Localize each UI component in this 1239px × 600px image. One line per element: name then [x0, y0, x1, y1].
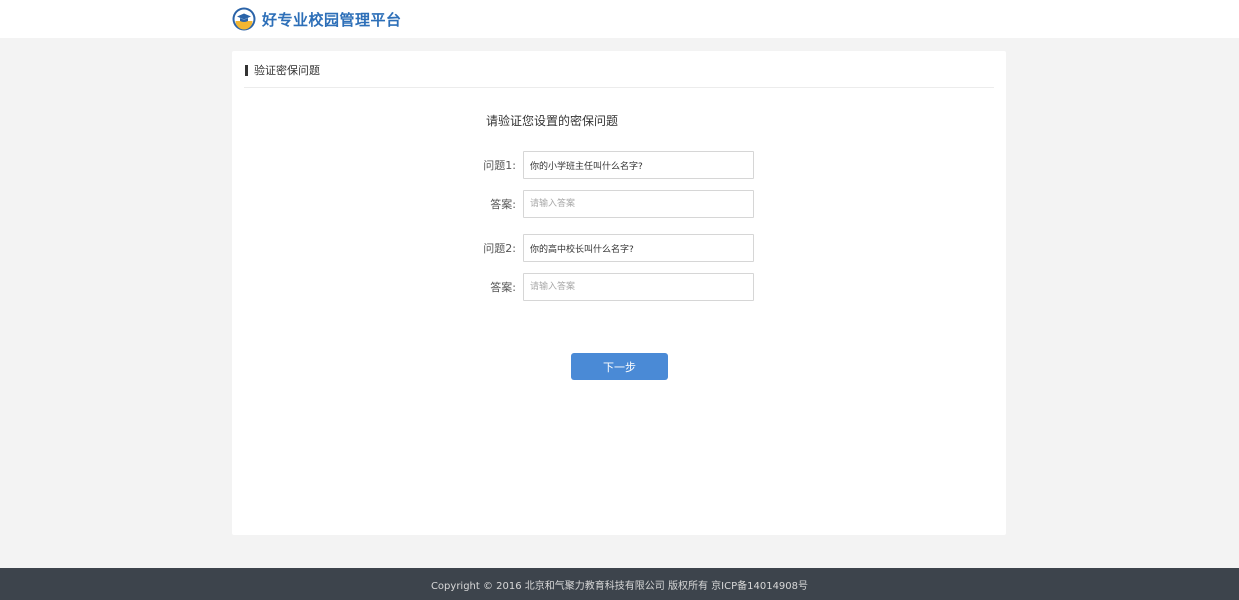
question-1-field[interactable]	[523, 151, 754, 179]
question-2-field[interactable]	[523, 234, 754, 262]
form-heading: 请验证您设置的密保问题	[486, 114, 619, 128]
title-accent-bar	[245, 64, 248, 76]
top-header: 好专业校园管理平台	[0, 0, 1239, 38]
copyright-text: Copyright © 2016 北京和气聚力教育科技有限公司 版权所有 京IC…	[430, 580, 809, 592]
answer-2-row: 答案:	[462, 273, 756, 302]
card-title: 验证密保问题	[245, 63, 320, 77]
platform-title: 好专业校园管理平台	[262, 10, 402, 29]
card-title-text: 验证密保问题	[254, 64, 320, 77]
verify-card: 验证密保问题 请验证您设置的密保问题 问题1: 答案: 问题2: 答案: 下一步	[232, 51, 1006, 535]
answer-2-input[interactable]	[523, 273, 754, 301]
answer-1-label: 答案:	[490, 198, 516, 211]
brand-logo[interactable]: 好专业校园管理平台	[232, 7, 402, 31]
answer-1-input[interactable]	[523, 190, 754, 218]
title-divider	[244, 87, 994, 88]
question-2-label: 问题2:	[483, 242, 516, 255]
page-footer: Copyright © 2016 北京和气聚力教育科技有限公司 版权所有 京IC…	[0, 568, 1239, 600]
question-1-label: 问题1:	[483, 159, 516, 172]
answer-2-label: 答案:	[490, 281, 516, 294]
answer-1-row: 答案:	[462, 190, 756, 219]
question-2-row: 问题2:	[462, 234, 756, 263]
next-step-button[interactable]: 下一步	[571, 353, 668, 380]
question-1-row: 问题1:	[462, 151, 756, 180]
school-emblem-icon	[232, 7, 256, 31]
